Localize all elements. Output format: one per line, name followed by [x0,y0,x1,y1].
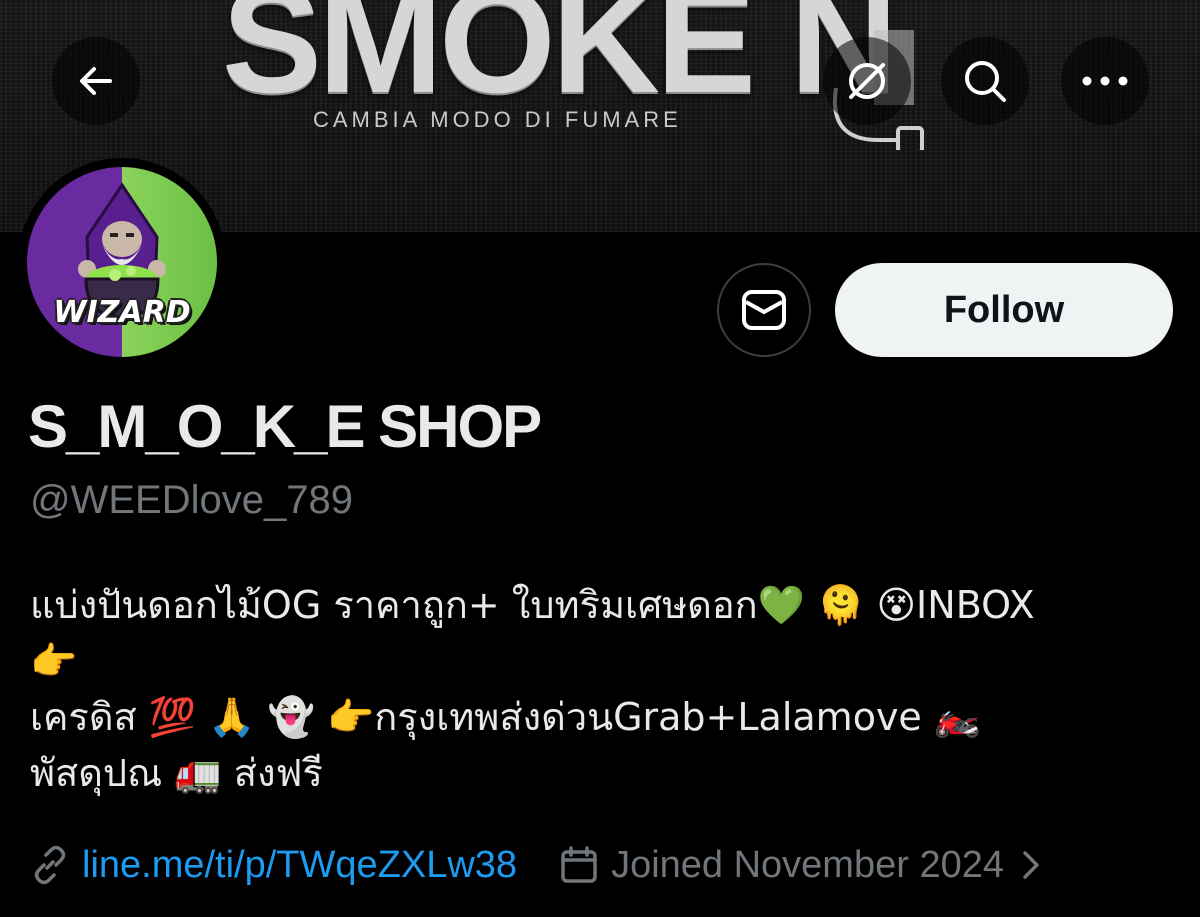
more-horizontal-icon [1082,76,1128,86]
follow-button[interactable]: Follow [835,263,1173,357]
bio-line: พัสดุปณ 🚛 ส่งฟรี [30,751,323,795]
grok-button[interactable] [823,37,911,125]
bio-line: แบ่งปันดอกไม้OG ราคาถูก+ ใบทริมเศษดอก💚 🫠… [30,583,1035,627]
avatar-label: WIZARD [53,295,191,330]
more-button[interactable] [1061,37,1149,125]
banner-tagline: CAMBIA MODO DI FUMARE [313,107,682,132]
arrow-left-icon [80,67,112,95]
profile-meta-row: line.me/ti/p/TWqeZXLw38 Joined November … [30,838,1042,892]
back-button[interactable] [52,37,140,125]
username-handle: @WEEDlove_789 [30,478,353,522]
joined-date[interactable]: Joined November 2024 [611,844,1004,887]
avatar-image: WIZARD [27,167,217,357]
envelope-icon [742,290,786,330]
bio-line: เครดิส 💯 🙏 👻 👉กรุงเทพส่งด่วนGrab+Lalamov… [30,695,982,739]
profile-link[interactable]: line.me/ti/p/TWqeZXLw38 [82,844,517,887]
display-name: S_M_O_K_E SHOP [28,393,542,460]
search-button[interactable] [941,37,1029,125]
grok-icon [849,63,885,99]
chevron-right-icon[interactable] [1020,848,1042,882]
search-icon [965,61,1006,102]
link-icon [34,845,66,885]
message-button[interactable] [717,263,811,357]
bio-line: 👉 [30,639,78,683]
profile-bio: แบ่งปันดอกไม้OG ราคาถูก+ ใบทริมเศษดอก💚 🫠… [30,577,1180,801]
avatar[interactable]: WIZARD [18,158,226,366]
calendar-icon [561,846,597,883]
